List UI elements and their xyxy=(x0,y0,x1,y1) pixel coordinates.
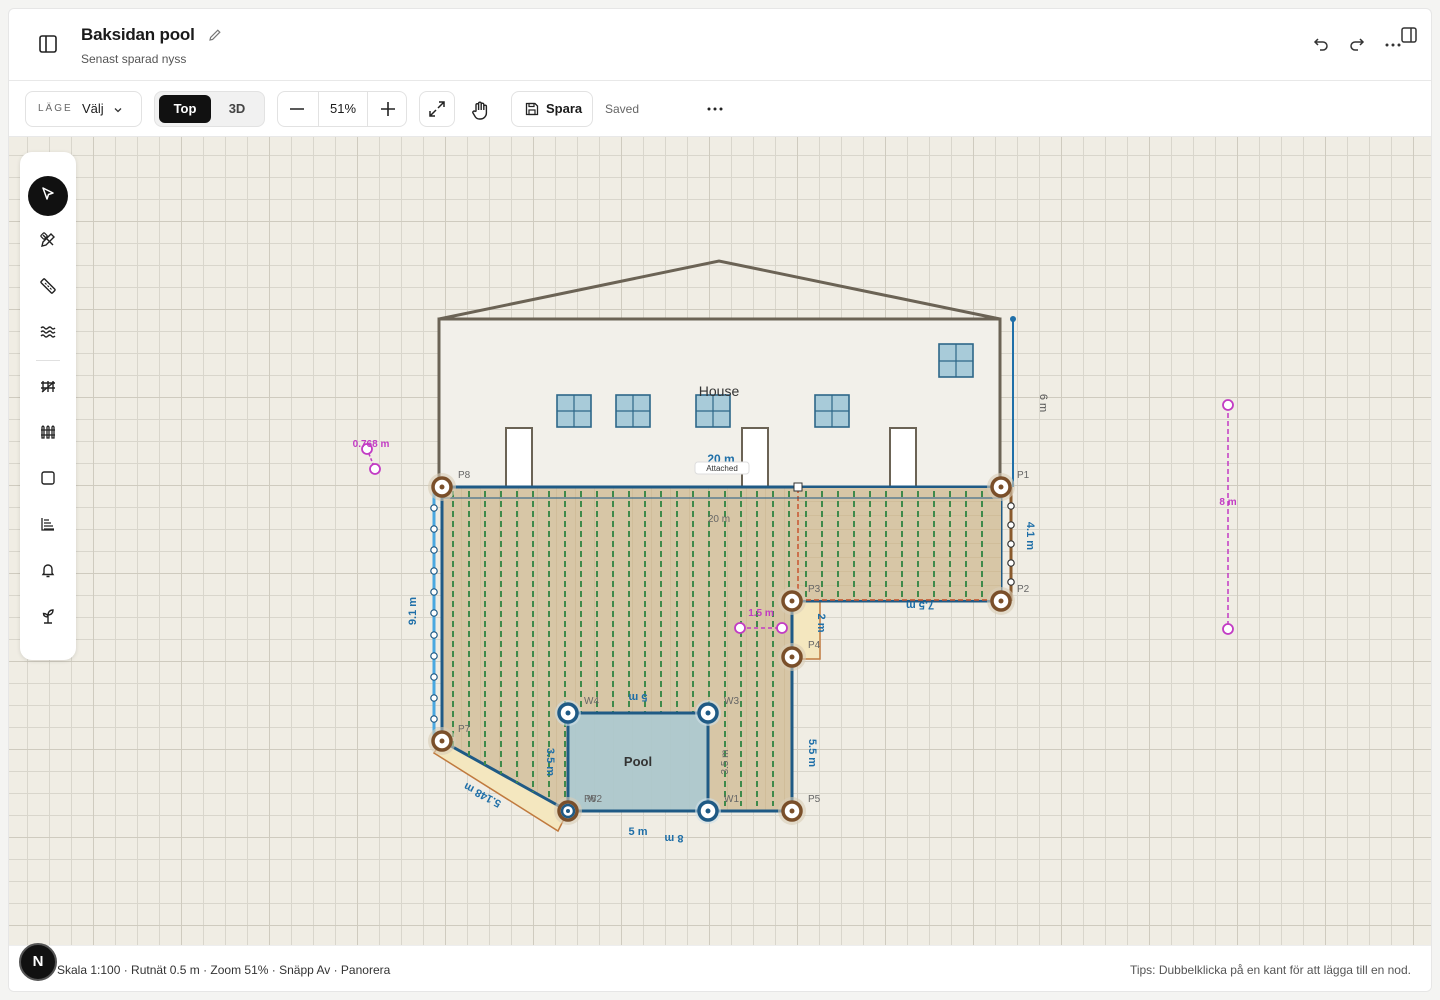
water-tool[interactable] xyxy=(28,314,68,354)
house-door[interactable] xyxy=(889,427,917,488)
point-label: P7 xyxy=(458,724,471,735)
house-height-dim: 6 m xyxy=(1037,394,1049,412)
stairs-tool[interactable] xyxy=(28,506,68,546)
house-door[interactable] xyxy=(505,427,533,488)
cursor-icon xyxy=(39,185,57,208)
house-label: House xyxy=(699,383,740,399)
house-window[interactable] xyxy=(615,394,651,428)
pool-point-label: W1 xyxy=(724,794,739,805)
pool-top-dim: 5 m xyxy=(628,691,647,703)
point-label: P1 xyxy=(1017,470,1030,481)
pool-point-label: W4 xyxy=(584,696,599,707)
fence-tool[interactable] xyxy=(28,414,68,454)
right-lower-dim: 5.5 m xyxy=(806,739,818,767)
point-label: P4 xyxy=(808,640,821,651)
plan-drawing[interactable]: House 6 m Pool P1 P2 P3 P4 P5 P6 P7 P8 W… xyxy=(8,8,1432,992)
pool-label: Pool xyxy=(624,754,652,769)
point-label: P8 xyxy=(458,470,471,481)
railing-icon xyxy=(39,377,57,400)
square-icon xyxy=(39,469,57,492)
point-label: P5 xyxy=(808,794,821,805)
right-edge-dim: 4.1 m xyxy=(1024,522,1036,550)
bottom-deck-dim: 8 m xyxy=(664,832,683,844)
app-badge[interactable]: N xyxy=(19,943,57,981)
svg-text:Attached: Attached xyxy=(706,464,738,473)
bell-lamp-icon xyxy=(39,561,57,584)
point-label: P3 xyxy=(808,584,821,595)
pool-right-dim: 3.5 m xyxy=(720,749,731,774)
house-door[interactable] xyxy=(741,427,769,488)
measure-small[interactable]: 0.768 m xyxy=(353,439,390,475)
pool-bottom-dim: 5 m xyxy=(629,826,648,838)
measure-right-label: 8 m xyxy=(1219,497,1236,508)
rectangle-tool[interactable] xyxy=(28,460,68,500)
attached-badge: Attached xyxy=(694,461,750,475)
design-canvas[interactable]: House 6 m Pool P1 P2 P3 P4 P5 P6 P7 P8 W… xyxy=(9,137,1431,945)
pool-point-label: W2 xyxy=(587,794,602,805)
plant-tool[interactable] xyxy=(28,598,68,638)
measure-tool[interactable] xyxy=(28,268,68,308)
ruler-icon xyxy=(39,277,57,300)
app-window: Baksidan pool Senast sparad nyss LÄGE Vä… xyxy=(8,8,1432,992)
measure-small-label: 0.768 m xyxy=(353,439,390,450)
house-window[interactable] xyxy=(556,394,592,428)
p3-p2-dim: 7.5 m xyxy=(906,599,934,611)
edit-nodes-tool[interactable] xyxy=(28,222,68,262)
stairs-icon xyxy=(39,515,57,538)
house-window[interactable] xyxy=(695,394,731,428)
sprout-icon xyxy=(39,607,57,630)
select-tool[interactable] xyxy=(28,176,68,216)
tool-palette xyxy=(20,152,76,660)
pen-ruler-icon xyxy=(39,231,57,254)
pool-left-dim: 3.5 m xyxy=(544,748,556,776)
pool-point-label: W3 xyxy=(724,696,739,707)
house-window[interactable] xyxy=(938,343,974,378)
house-window[interactable] xyxy=(814,394,850,428)
tool-separator xyxy=(36,360,60,361)
lamp-tool[interactable] xyxy=(28,552,68,592)
railing-tool[interactable] xyxy=(28,368,68,408)
fence-icon xyxy=(39,423,57,446)
left-edge-dim: 9.1 m xyxy=(407,597,419,625)
step-dim: 2 m xyxy=(815,614,827,633)
point-label: P2 xyxy=(1017,584,1030,595)
measure-mid-label: 1.5 m xyxy=(748,608,774,619)
measure-right[interactable]: 8 m xyxy=(1219,399,1237,635)
deck-inner-width-dim: 20 m xyxy=(708,514,730,525)
waves-icon xyxy=(39,323,57,346)
